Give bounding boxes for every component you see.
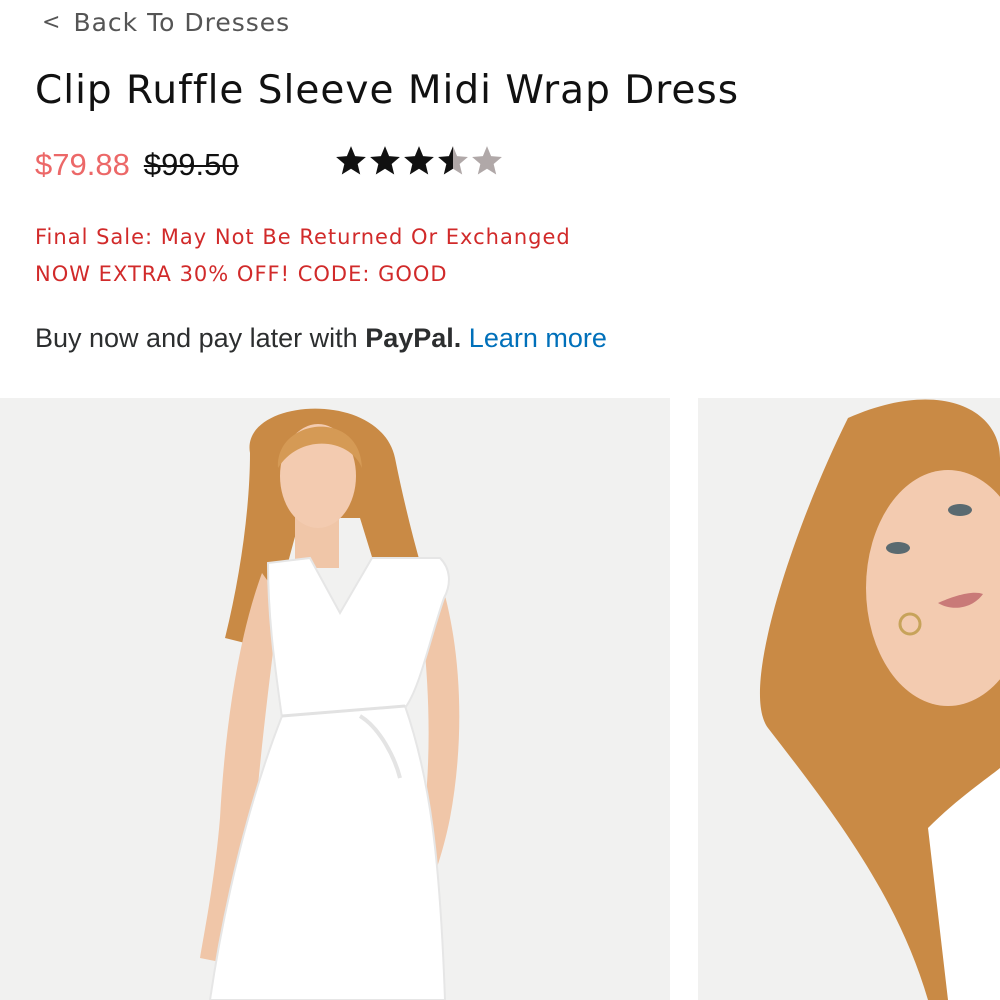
star-empty-icon: [472, 146, 502, 175]
rating-stars[interactable]: [334, 144, 504, 178]
star-half-icon: [438, 146, 468, 175]
model-closeup-image: [698, 398, 1000, 1000]
paypal-learn-more-link[interactable]: Learn more: [469, 323, 607, 353]
promo-code-notice: NOW EXTRA 30% OFF! CODE: GOOD: [35, 262, 448, 286]
paypal-logo-text: PayPal.: [365, 323, 462, 353]
star-filled-icon: [404, 146, 434, 175]
star-filled-icon: [336, 146, 366, 175]
star-filled-icon: [370, 146, 400, 175]
back-link-label: Back To Dresses: [73, 7, 291, 37]
price-row: $79.88 $99.50: [35, 142, 239, 188]
chevron-left-icon: <: [42, 9, 62, 35]
back-to-dresses-link[interactable]: < Back To Dresses: [42, 4, 290, 40]
sale-price: $79.88: [35, 147, 130, 182]
product-title: Clip Ruffle Sleeve Midi Wrap Dress: [35, 68, 740, 113]
paypal-message: Buy now and pay later with PayPal. Learn…: [35, 323, 607, 354]
product-photo-closeup[interactable]: [698, 398, 1000, 1000]
original-price: $99.50: [143, 147, 239, 182]
product-photo-front[interactable]: [0, 398, 670, 1000]
model-front-image: [0, 398, 670, 1000]
final-sale-notice: Final Sale: May Not Be Returned Or Excha…: [35, 225, 571, 249]
paypal-prefix: Buy now and pay later with: [35, 323, 358, 353]
